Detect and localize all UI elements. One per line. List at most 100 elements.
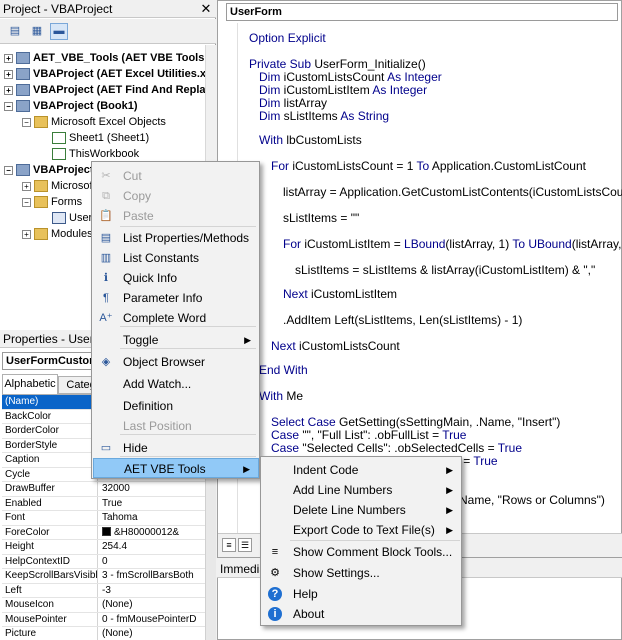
- toggle-folders-icon[interactable]: ▬: [50, 23, 68, 40]
- parameter-info-icon: ¶: [103, 292, 109, 304]
- submenu-item-help[interactable]: ? Help: [262, 584, 461, 605]
- module-view-icon[interactable]: ☰: [238, 538, 252, 552]
- property-value[interactable]: Tahoma: [100, 511, 214, 525]
- tree-item-sheet1-sheet1[interactable]: Sheet1 (Sheet1): [40, 130, 149, 146]
- property-value-text: 0 - fmMousePointerD: [102, 613, 197, 625]
- menu-item-label: Toggle: [123, 333, 159, 347]
- menu-item-parameter-info[interactable]: ¶ Parameter Info: [93, 288, 259, 308]
- menu-item-list-properties-methods[interactable]: ▤ List Properties/Methods: [93, 228, 259, 248]
- menu-item-last-position[interactable]: Last Position: [93, 416, 259, 436]
- tree-item-forms[interactable]: − Forms: [22, 194, 82, 210]
- property-row-height[interactable]: Height 254.4: [2, 540, 214, 555]
- menu-item-cut[interactable]: ✂ Cut: [93, 166, 259, 186]
- code-keyword: For: [271, 159, 293, 173]
- collapse-icon[interactable]: −: [22, 117, 31, 127]
- property-value-text: -3: [102, 584, 111, 596]
- tab-alphabetic[interactable]: Alphabetic: [2, 374, 58, 394]
- tree-item-user[interactable]: User: [40, 210, 92, 226]
- code-text: Me: [286, 389, 304, 403]
- code-line: Name, "Rows or Columns"): [459, 493, 605, 507]
- property-row-picture[interactable]: Picture (None): [2, 627, 214, 640]
- property-value[interactable]: 3 - fmScrollBarsBoth: [100, 569, 214, 583]
- menu-item-complete-word[interactable]: A⁺ Complete Word: [93, 308, 259, 328]
- code-line: sListItems = "": [283, 211, 359, 225]
- property-row-drawbuffer[interactable]: DrawBuffer 32000: [2, 482, 214, 497]
- property-row-font[interactable]: Font Tahoma: [2, 511, 214, 526]
- property-value[interactable]: 0: [100, 555, 214, 569]
- menu-item-copy[interactable]: ⧉ Copy: [93, 186, 259, 206]
- menu-item-list-constants[interactable]: ▥ List Constants: [93, 248, 259, 268]
- property-value[interactable]: 0 - fmMousePointerD: [100, 613, 214, 627]
- tree-item-modules[interactable]: + Modules: [22, 226, 93, 242]
- submenu-item-about[interactable]: i About: [262, 604, 461, 625]
- submenu-item-delete-line-numbers[interactable]: Delete Line Numbers ▶: [262, 500, 461, 521]
- property-row-mouseicon[interactable]: MouseIcon (None): [2, 598, 214, 613]
- menu-item-quick-info[interactable]: ℹ Quick Info: [93, 268, 259, 288]
- tree-item-vbaproject-book1[interactable]: − VBAProject (Book1): [4, 98, 138, 114]
- form-icon: [52, 212, 66, 225]
- object-combo[interactable]: UserForm: [226, 3, 618, 21]
- property-value[interactable]: (None): [100, 627, 214, 640]
- tree-item-aet-vbe-tools-aet-vbe-tools-xlam[interactable]: + AET_VBE_Tools (AET VBE Tools.xlam: [4, 50, 205, 66]
- expand-icon[interactable]: +: [22, 229, 31, 239]
- collapse-icon[interactable]: −: [4, 101, 13, 111]
- property-value[interactable]: (None): [100, 598, 214, 612]
- submenu-item-add-line-numbers[interactable]: Add Line Numbers ▶: [262, 480, 461, 501]
- property-row-keepscrollbarsvisible[interactable]: KeepScrollBarsVisible 3 - fmScrollBarsBot…: [2, 569, 214, 584]
- property-value-text: 32000: [102, 483, 130, 494]
- collapse-icon[interactable]: −: [4, 165, 13, 175]
- expand-icon[interactable]: +: [22, 181, 31, 191]
- code-text: iCustomListsCount = 1: [292, 159, 417, 173]
- tree-item-label: VBAProject (AET Find And Replace.x: [33, 84, 205, 96]
- code-keyword: End With: [259, 363, 308, 377]
- tree-item-vbaproject-aet-excel-utilities-xlam[interactable]: + VBAProject (AET Excel Utilities.xlam: [4, 66, 205, 82]
- menu-item-label: Cut: [123, 169, 142, 183]
- code-text: GetSetting(sSettingMain, .Name, "Insert"…: [339, 415, 561, 429]
- property-row-mousepointer[interactable]: MousePointer 0 - fmMousePointerD: [2, 612, 214, 627]
- code-text: sListItems: [283, 109, 341, 123]
- code-text: (listArray, 1): [571, 237, 622, 251]
- view-code-icon[interactable]: ▤: [6, 23, 24, 40]
- property-value[interactable]: -3: [100, 584, 214, 598]
- expand-icon[interactable]: +: [4, 69, 13, 79]
- property-name: BorderStyle: [2, 438, 98, 453]
- submenu-item-show-comment-block-tools[interactable]: ≡ Show Comment Block Tools...: [262, 542, 461, 563]
- menu-item-toggle[interactable]: Toggle ▶: [93, 330, 259, 350]
- property-value[interactable]: True: [100, 497, 214, 511]
- property-row-left[interactable]: Left -3: [2, 583, 214, 598]
- property-row-enabled[interactable]: Enabled True: [2, 496, 214, 511]
- tree-item-vbaproject-aet-find-and-replace-x[interactable]: + VBAProject (AET Find And Replace.x: [4, 82, 205, 98]
- submenu-item-show-settings[interactable]: ⚙ Show Settings...: [262, 563, 461, 584]
- property-row-helpcontextid[interactable]: HelpContextID 0: [2, 554, 214, 569]
- property-value[interactable]: 254.4: [100, 540, 214, 554]
- property-value[interactable]: 32000: [100, 482, 214, 496]
- menu-item-add-watch[interactable]: Add Watch...: [93, 374, 259, 394]
- tree-item-thisworkbook[interactable]: ThisWorkbook: [40, 146, 139, 162]
- menu-item-label: Copy: [123, 189, 152, 203]
- tree-item-microsof[interactable]: + Microsof: [22, 178, 93, 194]
- tree-item-microsoft-excel-objects[interactable]: − Microsoft Excel Objects: [22, 114, 166, 130]
- submenu-item-indent-code[interactable]: Indent Code ▶: [262, 460, 461, 481]
- code-text: (listArray, 1): [445, 237, 513, 251]
- property-value[interactable]: &H80000012&: [100, 526, 214, 540]
- collapse-icon[interactable]: −: [22, 197, 31, 207]
- submenu-item-export-code-to-text-file-s[interactable]: Export Code to Text File(s) ▶: [262, 520, 461, 541]
- expand-icon[interactable]: +: [4, 85, 13, 95]
- code-keyword: As Integer: [372, 83, 428, 97]
- menu-item-paste[interactable]: 📋 Paste: [93, 206, 259, 226]
- expand-icon[interactable]: +: [4, 53, 13, 63]
- menu-item-aet-vbe-tools[interactable]: AET VBE Tools ▶: [93, 458, 259, 478]
- close-icon[interactable]: ✕: [198, 1, 214, 17]
- menu-item-object-browser[interactable]: ◈ Object Browser: [93, 352, 259, 372]
- property-row-forecolor[interactable]: ForeColor &H80000012&: [2, 525, 214, 540]
- property-name: Picture: [2, 627, 98, 640]
- property-name: MouseIcon: [2, 598, 98, 612]
- folder-icon: [34, 196, 48, 209]
- menu-item-definition[interactable]: Definition: [93, 396, 259, 416]
- submenu-item-label: Add Line Numbers: [293, 483, 393, 497]
- menu-item-hide[interactable]: ▭ Hide: [93, 438, 259, 458]
- procedure-view-icon[interactable]: ≡: [222, 538, 236, 552]
- code-keyword: As Integer: [387, 70, 442, 84]
- menu-separator: [120, 226, 256, 227]
- view-object-icon[interactable]: ▦: [28, 23, 46, 40]
